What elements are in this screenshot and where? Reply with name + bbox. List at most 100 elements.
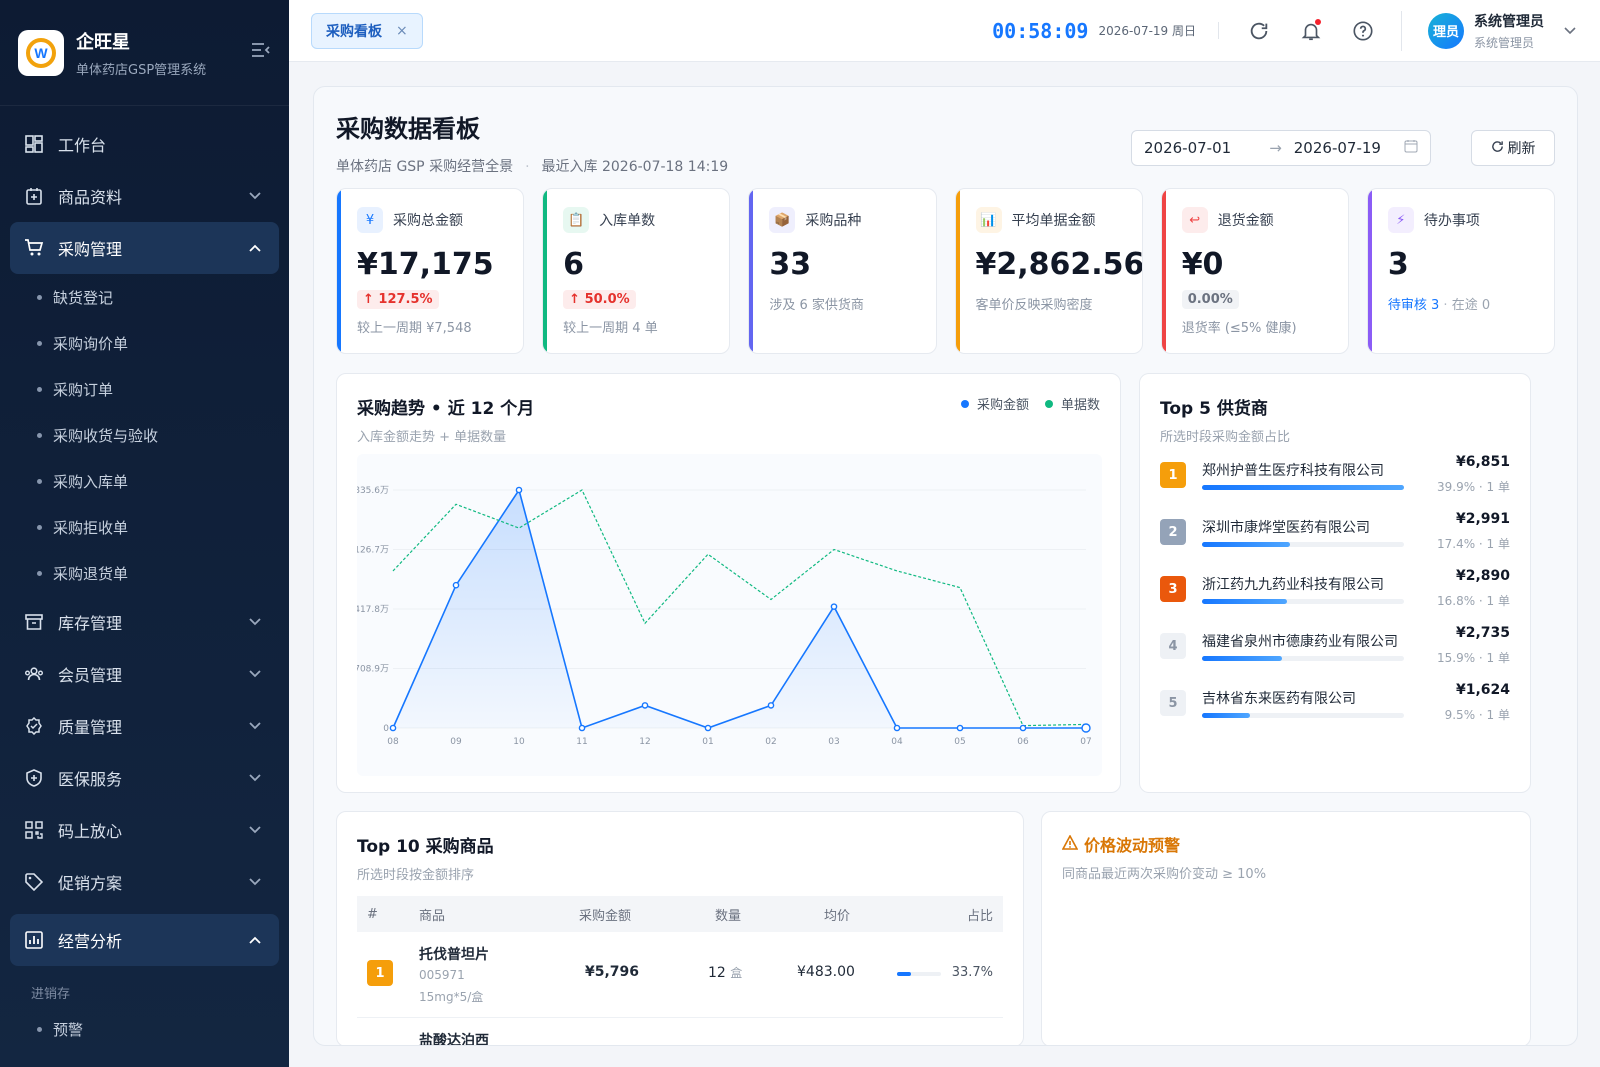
tab-purchase-board[interactable]: 采购看板 × [311,12,423,49]
amount-point [452,581,460,589]
product-name[interactable]: 托伐普坦片 [419,944,489,964]
sidebar-item[interactable]: 经营分析 [10,914,279,966]
sidebar-item-label: 质量管理 [58,718,123,737]
sidebar-subitem[interactable]: 缺货登记 [0,274,289,320]
pending-review-link[interactable]: 待审核 3 [1388,298,1439,313]
col-qty[interactable]: 数量 [715,905,741,924]
amount-point [1081,723,1091,733]
supplier-amount: ¥2,735 [1455,625,1510,641]
quality-icon [24,716,44,736]
rank-badge: 2 [1160,519,1186,545]
user-name: 系统管理员 [1474,13,1544,30]
date-range-picker[interactable]: 2026-07-01 → 2026-07-19 [1131,130,1431,166]
sidebar-item[interactable]: 采购管理 [10,222,279,274]
top10-products-card: Top 10 采购商品 所选时段按金额排序 # 商品 采购金额 数量 均价 占比… [336,811,1024,1045]
trend-chart-area: 0 41708.9万 83417.8万 25126.7万 66835.6万 08 09 10 1… [343,454,1102,776]
supplier-share: 17.4% · 1 单 [1436,537,1510,551]
tab-label: 采购看板 [326,23,382,40]
sidebar-subitem[interactable]: 预警 [0,1006,289,1052]
x-tick-label: 07 [1080,737,1091,747]
bell-icon[interactable] [1299,18,1323,43]
kpi-card[interactable]: ¥ 采购总金额 ¥17,175 ↑ 127.5% 较上一周期 ¥7,548 [336,188,525,354]
sidebar-subitem[interactable]: 商品进销记录 [0,1052,289,1067]
supplier-row[interactable]: 2 深圳市康烨堂医药有限公司 ¥2,991 17.4% · 1 单 [1160,511,1510,551]
amount-point [1019,724,1027,732]
supplier-share: 39.9% · 1 单 [1436,480,1510,494]
bullet-dot [37,524,42,530]
amount-point [578,724,586,732]
amount-point [956,724,964,732]
x-tick-label: 06 [1017,737,1029,747]
topbar: 采购看板 × 00:58:09 2026-07-19 周日 理员 系统管理员 系… [289,0,1600,62]
y-tick-label: 41708.9万 [357,665,389,675]
kpi-card[interactable]: 📦 采购品种 33 涉及 6 家供货商 [748,188,937,354]
refresh-button[interactable]: 刷新 [1471,130,1555,166]
supplier-row[interactable]: 4 福建省泉州市德康药业有限公司 ¥2,735 15.9% · 1 单 [1160,625,1510,665]
sidebar-item-label: 经营分析 [58,932,123,951]
trend-chart: 0 41708.9万 83417.8万 25126.7万 66835.6万 08 09 10 1… [343,486,1092,747]
sidebar-item-label: 码上放心 [58,822,123,841]
price-alert-card: 价格波动预警 同商品最近两次采购价变动 ≥ 10% [1041,811,1531,1045]
kpi-card[interactable]: ↩ 退货金额 ¥0 0.00% 退货率 (≤5% 健康) [1160,188,1349,354]
col-share[interactable]: 占比 [967,905,993,924]
help-icon[interactable] [1351,19,1375,43]
product-name[interactable]: 盐酸达泊西 [419,1030,489,1045]
product-spec: 15mg*5/盒 [419,990,484,1004]
legend-count[interactable]: 单据数 [1044,394,1100,413]
supplier-row[interactable]: 3 浙江药九九药业科技有限公司 ¥2,890 16.8% · 1 单 [1160,568,1510,608]
menu-collapse-icon[interactable] [251,42,271,63]
kpi-accent-bar [1367,189,1372,353]
col-avg[interactable]: 均价 [824,905,850,924]
sidebar-item[interactable]: 会员管理 [0,648,289,700]
sidebar-item[interactable]: 质量管理 [0,700,289,752]
sidebar-subitem[interactable]: 采购入库单 [0,458,289,504]
kpi-note: 客单价反映采购密度 [975,298,1093,313]
x-tick-label: 11 [576,737,587,747]
supplier-row[interactable]: 5 吉林省东来医药有限公司 ¥1,624 9.5% · 1 单 [1160,682,1510,722]
sidebar-item[interactable]: 商品资料 [0,170,289,222]
table-row[interactable]: 盐酸达泊西 [357,1030,1003,1045]
sidebar-item[interactable]: 工作台 [0,118,289,170]
sidebar-item[interactable]: 促销方案 [0,856,289,908]
top10-subtitle: 所选时段按金额排序 [357,868,475,883]
supplier-row[interactable]: 1 郑州护普生医疗科技有限公司 ¥6,851 39.9% · 1 单 [1160,454,1510,494]
sidebar-subitem[interactable]: 采购收货与验收 [0,412,289,458]
sidebar-item[interactable]: 医保服务 [0,752,289,804]
tab-close-icon[interactable]: × [396,23,408,39]
sidebar-subitem[interactable]: 采购询价单 [0,320,289,366]
supplier-name[interactable]: 浙江药九九药业科技有限公司 [1202,574,1384,594]
sidebar-subitem[interactable]: 采购退货单 [0,550,289,596]
table-row[interactable]: 1 托伐普坦片 005971 15mg*5/盒 ¥5,796 12 盒 ¥483… [357,932,1003,1018]
x-tick-label: 12 [639,737,650,747]
supplier-name[interactable]: 郑州护普生医疗科技有限公司 [1202,460,1384,480]
last-inbound: 最近入库 2026-07-18 14:19 [541,159,729,175]
col-amount[interactable]: 采购金额 [579,905,631,924]
kpi-card[interactable]: 📊 平均单据金额 ¥2,862.56 客单价反映采购密度 [954,188,1143,354]
sidebar-item[interactable]: 码上放心 [0,804,289,856]
refresh-icon[interactable] [1247,19,1271,43]
user-menu[interactable]: 理员 系统管理员 系统管理员 [1401,10,1576,51]
kpi-card[interactable]: 📋 入库单数 6 ↑ 50.0% 较上一周期 4 单 [542,188,731,354]
notification-dot [1315,18,1321,25]
date-to[interactable]: 2026-07-19 [1294,139,1381,157]
kpi-label: 平均单据金额 [1011,213,1096,229]
legend-amount[interactable]: 采购金额 [960,394,1029,413]
bullet-dot [37,570,42,576]
date-from[interactable]: 2026-07-01 [1144,139,1231,157]
kpi-card[interactable]: ⚡ 待办事项 3 待审核 3 · 在途 0 [1366,188,1556,354]
product-avg-price: ¥483.00 [797,964,855,980]
supplier-amount: ¥6,851 [1455,454,1510,470]
amount-point [767,702,775,709]
sidebar-subitem[interactable]: 采购拒收单 [0,504,289,550]
sidebar-subitem[interactable]: 采购订单 [0,366,289,412]
supplier-name[interactable]: 吉林省东来医药有限公司 [1202,688,1356,708]
analysis-icon [24,930,44,950]
supplier-name[interactable]: 福建省泉州市德康药业有限公司 [1202,631,1398,651]
sidebar-item[interactable]: 库存管理 [0,596,289,648]
kpi-value: ¥2,862.56 [975,247,1143,282]
page-subtitle: 单体药店 GSP 采购经营全景 [336,159,514,175]
supplier-name[interactable]: 深圳市康烨堂医药有限公司 [1202,517,1370,537]
x-tick-label: 03 [828,737,839,747]
col-product: 商品 [419,908,446,924]
logo: W [18,29,64,76]
